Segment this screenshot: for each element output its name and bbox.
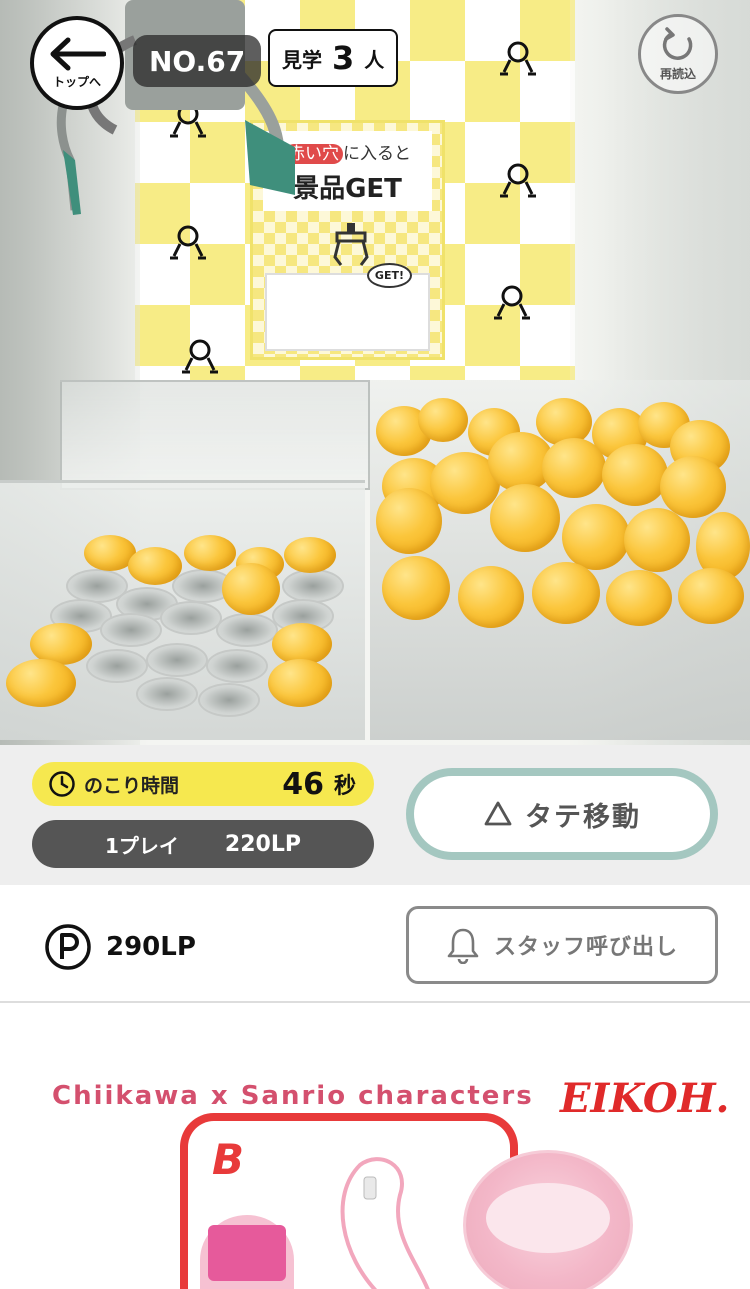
play-price-badge: 1プレイ 220LP (32, 820, 374, 868)
prize-bag-image (463, 1150, 633, 1289)
play-price-value: 220LP (224, 831, 301, 857)
machine-number-badge: NO.67 (133, 35, 262, 87)
brand-logo: EIKOH. (560, 1075, 730, 1122)
vertical-move-label: タテ移動 (525, 801, 641, 833)
ball-bin (370, 380, 750, 740)
remaining-time-badge: のこり時間 46 秒 (32, 762, 374, 806)
claw-print-icon (166, 222, 210, 262)
claw-print-icon (178, 336, 222, 376)
claw-print-icon (496, 38, 540, 78)
points-balance: 290LP (44, 923, 196, 971)
remaining-time-value: 46 (282, 766, 324, 802)
left-arrow-icon (50, 37, 106, 70)
play-price-label: 1プレイ (105, 833, 179, 858)
triangle-icon (484, 801, 512, 826)
call-staff-label: スタッフ呼び出し (493, 935, 678, 960)
banner-title: Chiikawa x Sanrio characters (52, 1081, 534, 1111)
bell-icon (447, 928, 479, 964)
hole-tray (0, 480, 365, 740)
account-row: 290LP スタッフ呼び出し (0, 885, 750, 1003)
claw-print-icon (490, 282, 534, 322)
points-value: 290LP (106, 932, 196, 962)
call-staff-button[interactable]: スタッフ呼び出し (406, 906, 718, 984)
viewer-label: 見学 (282, 47, 322, 72)
reload-label: 再読込 (659, 66, 696, 81)
claw-print-icon (496, 160, 540, 200)
prize-strap-image (340, 1157, 430, 1289)
clock-icon (49, 771, 75, 797)
control-panel: のこり時間 46 秒 1プレイ 220LP タテ移動 (0, 745, 750, 885)
prize-pouch-image (200, 1215, 294, 1289)
back-button-label: トップへ (52, 74, 101, 89)
prize-banner[interactable]: Chiikawa x Sanrio characters EIKOH. B (0, 1005, 750, 1289)
back-to-top-button[interactable]: トップへ (30, 16, 124, 110)
viewer-count: 3 (332, 39, 355, 77)
poster-text: に入ると (343, 144, 411, 164)
viewer-count-badge: 見学 3 人 (268, 29, 399, 87)
prize-letter: B (212, 1135, 245, 1184)
reload-icon (662, 26, 693, 60)
reload-button[interactable]: 再読込 (638, 14, 718, 94)
viewer-unit: 人 (364, 47, 385, 72)
remaining-time-unit: 秒 (333, 774, 356, 799)
points-p-icon (45, 924, 91, 970)
remaining-time-label: のこり時間 (84, 774, 180, 797)
poster-get-badge: GET! (366, 263, 412, 288)
vertical-move-button[interactable]: タテ移動 (406, 768, 718, 860)
poster-claw-icon (333, 223, 369, 266)
camera-feed: 赤い穴 に入ると 景品GET GET! トップへ NO.67 見学 3 人 再読… (0, 0, 750, 745)
